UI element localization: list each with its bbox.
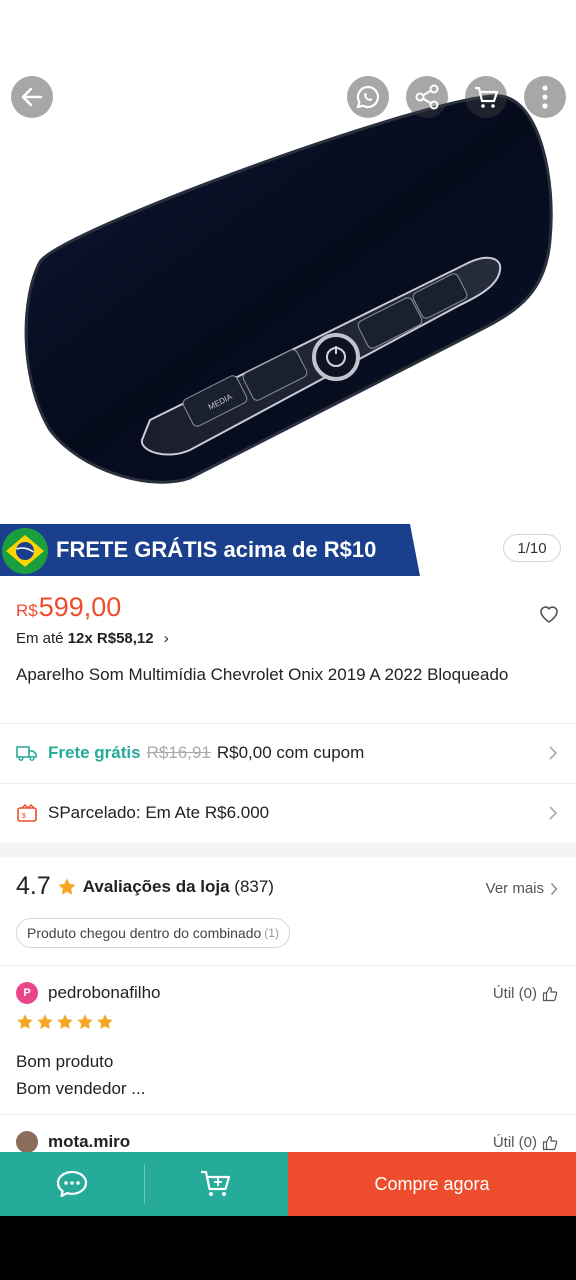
useful-label: Útil (0) [492, 1134, 537, 1151]
share-button[interactable] [406, 76, 448, 118]
star-icon [17, 1014, 33, 1029]
rating-count: (837) [234, 876, 274, 896]
useful-button[interactable]: Útil (0) [493, 985, 558, 1002]
gallery-pager: 1/10 [503, 534, 561, 562]
bottom-left-actions [0, 1152, 288, 1216]
thumbs-up-icon [542, 986, 558, 1001]
chip-text: Produto chegou dentro do combinado [27, 925, 262, 941]
divider [144, 1164, 145, 1204]
cart-button[interactable] [465, 76, 507, 118]
whatsapp-button[interactable] [347, 76, 389, 118]
store-rating: 4.7 Avaliações da loja (837) [16, 872, 274, 901]
parcelado-icon: $ [17, 804, 37, 822]
avatar-letter: P [23, 987, 31, 999]
price-value: 599,00 [38, 592, 122, 622]
review-username: mota.miro [48, 1132, 131, 1151]
installment-info[interactable]: Em até 12x R$58,12 › [16, 630, 169, 647]
review-text: Bom produto Bom vendedor ... [16, 1048, 145, 1102]
chevron-right-icon [548, 805, 558, 826]
installments-row[interactable]: $ SParcelado: Em Ate R$6.000 [0, 783, 576, 843]
buy-now-button[interactable]: Compre agora [288, 1152, 576, 1216]
star-icon [77, 1014, 93, 1029]
free-shipping-banner: FRETE GRÁTIS acima de R$10 [0, 524, 420, 576]
chevron-right-icon [548, 745, 558, 766]
price-currency: R$ [16, 601, 38, 620]
shipping-label: Frete grátis [48, 743, 141, 762]
see-more-link[interactable]: Ver mais [486, 880, 558, 897]
review-tag-chip[interactable]: Produto chegou dentro do combinado (1) [16, 918, 290, 948]
see-more-label: Ver mais [485, 880, 544, 897]
more-options-button[interactable] [524, 76, 566, 118]
review-text-line: Bom vendedor ... [16, 1079, 146, 1098]
truck-icon [16, 746, 37, 761]
more-options-icon [542, 85, 548, 109]
shipping-old-price: R$16,91 [146, 743, 211, 762]
star-icon [37, 1014, 53, 1029]
star-icon [58, 878, 76, 895]
star-icon [57, 1014, 73, 1029]
thumbs-up-icon [542, 1135, 558, 1150]
heart-icon [540, 606, 558, 623]
svg-text:$: $ [22, 813, 26, 820]
chat-icon [56, 1170, 88, 1198]
bottom-action-bar: Compre agora [0, 1152, 576, 1216]
back-button[interactable] [11, 76, 53, 118]
installments-label: SParcelado: Em Ate R$6.000 [48, 803, 270, 822]
chevron-right-icon: › [163, 630, 169, 647]
banner-text-bold: FRETE GRÁTIS [56, 537, 218, 562]
add-to-cart-icon [201, 1170, 231, 1196]
banner-text: FRETE GRÁTIS acima de R$10 [56, 537, 376, 563]
share-icon [415, 84, 439, 110]
chat-button[interactable] [0, 1152, 144, 1216]
review-stars [16, 1013, 114, 1031]
favorite-button[interactable] [538, 604, 560, 629]
product-image-gallery[interactable]: MEDIA [0, 0, 576, 520]
review-username: pedrobonafilho [48, 983, 161, 1002]
brazil-flag-icon [2, 528, 48, 574]
product-price: R$599,00 [16, 592, 121, 623]
back-arrow-icon [21, 87, 43, 107]
review-text-line: Bom produto [16, 1052, 114, 1071]
shipping-row[interactable]: Frete grátis R$16,91 R$0,00 com cupom [0, 723, 576, 783]
installment-value: 12x R$58,12 [67, 630, 154, 647]
useful-label: Útil (0) [492, 985, 537, 1002]
whatsapp-icon [356, 85, 380, 109]
avatar: P [16, 982, 38, 1004]
divider [0, 965, 576, 966]
useful-button[interactable]: Útil (0) [493, 1134, 558, 1151]
product-title: Aparelho Som Multimídia Chevrolet Onix 2… [16, 665, 509, 684]
divider [0, 1114, 576, 1115]
shipping-new-price: R$0,00 com cupom [216, 743, 365, 762]
add-to-cart-button[interactable] [144, 1152, 288, 1216]
rating-score: 4.7 [16, 872, 51, 900]
cart-icon [475, 86, 499, 108]
star-icon [97, 1014, 113, 1029]
avatar [16, 1131, 38, 1153]
banner-text-rest: acima de R$10 [223, 537, 377, 562]
review-user: P pedrobonafilho [16, 982, 160, 1004]
chevron-right-icon [550, 882, 558, 895]
installment-prefix: Em até [16, 630, 64, 647]
chip-count: (1) [264, 926, 279, 940]
review-user: mota.miro [16, 1131, 130, 1153]
system-navigation-bar [0, 1216, 576, 1280]
section-gap [0, 843, 576, 857]
rating-label: Avaliações da loja [82, 876, 230, 896]
